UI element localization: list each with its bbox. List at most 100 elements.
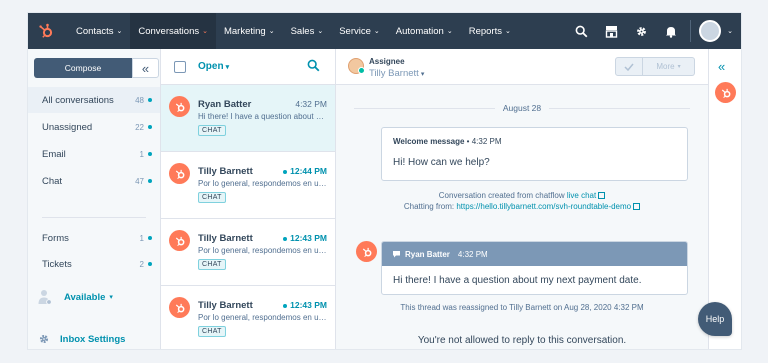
conversation-item[interactable]: Tilly Barnett 12:44 PM Por lo general, r… bbox=[161, 152, 335, 219]
inbox-settings-label: Inbox Settings bbox=[60, 333, 126, 345]
assignee-name: Tilly Barnett bbox=[369, 68, 419, 79]
folder-unassigned[interactable]: Unassigned 22 bbox=[28, 114, 160, 140]
folder-count: 1 bbox=[139, 233, 144, 243]
gear-icon[interactable] bbox=[626, 13, 656, 49]
conversation-time: 12:43 PM bbox=[283, 233, 327, 243]
hubspot-avatar-icon bbox=[356, 241, 377, 262]
source-page-link[interactable]: https://hello.tillybarnett.com/svh-round… bbox=[456, 202, 631, 211]
nav-marketing[interactable]: Marketing ⌄ bbox=[216, 13, 283, 49]
assignee-avatar bbox=[348, 58, 365, 74]
folder-label: Tickets bbox=[42, 258, 72, 270]
chevron-down-icon: ⌄ bbox=[202, 28, 208, 35]
folder-tickets[interactable]: Tickets 2 bbox=[28, 251, 160, 277]
hubspot-logo-icon[interactable] bbox=[28, 13, 64, 49]
nav-sales[interactable]: Sales ⌄ bbox=[283, 13, 332, 49]
more-actions-button[interactable]: More ▾ bbox=[643, 57, 695, 76]
chevron-down-icon: ▾ bbox=[225, 64, 230, 71]
folder-email[interactable]: Email 1 bbox=[28, 141, 160, 167]
folder-all-conversations[interactable]: All conversations 48 bbox=[28, 87, 160, 113]
marketplace-icon[interactable] bbox=[596, 13, 626, 49]
thread-header: Assignee Tilly Barnett ▾ More ▾ bbox=[336, 49, 708, 85]
sidebar-divider bbox=[42, 217, 146, 218]
help-button[interactable]: Help bbox=[698, 302, 732, 336]
bell-icon[interactable] bbox=[656, 13, 686, 49]
date-divider: August 28 bbox=[336, 101, 708, 115]
chat-bubble-icon bbox=[393, 251, 400, 258]
message-time: 4:32 PM bbox=[457, 249, 488, 259]
select-all-checkbox[interactable] bbox=[174, 61, 186, 73]
hubspot-avatar-icon bbox=[169, 297, 190, 318]
conversation-item[interactable]: Tilly Barnett 12:43 PM Por lo general, r… bbox=[161, 219, 335, 286]
nav-label: Marketing bbox=[223, 25, 266, 37]
chatflow-link[interactable]: live chat bbox=[567, 191, 596, 200]
folder-count: 48 bbox=[135, 95, 144, 105]
status-filter-dropdown[interactable]: Open ▾ bbox=[198, 61, 229, 72]
system-text: Conversation created from chatflow bbox=[438, 191, 565, 200]
external-link-icon bbox=[633, 203, 641, 210]
chevron-down-icon: ▾ bbox=[420, 71, 425, 78]
hubspot-avatar-icon bbox=[169, 230, 190, 251]
folder-chat[interactable]: Chat 47 bbox=[28, 168, 160, 194]
unread-dot bbox=[148, 125, 152, 129]
message-body: Hi there! I have a question about my nex… bbox=[393, 275, 642, 286]
unread-dot bbox=[148, 179, 152, 183]
sender-name: Ryan Batter bbox=[405, 249, 450, 259]
visitor-message: Ryan Batter 4:32 PM Hi there! I have a q… bbox=[381, 241, 688, 295]
folder-count: 47 bbox=[135, 176, 144, 186]
assignee-label: Assignee bbox=[369, 57, 405, 66]
message-header: Welcome message • 4:32 PM bbox=[393, 137, 502, 146]
chevron-down-icon: ⌄ bbox=[727, 28, 733, 35]
inbox-sidebar: Compose « All conversations 48 Unassigne… bbox=[28, 49, 161, 349]
nav-label: Contacts bbox=[76, 25, 114, 37]
chevron-down-icon: ⌄ bbox=[317, 28, 324, 35]
nav-conversations[interactable]: Conversations ⌄ bbox=[130, 13, 216, 49]
nav-service[interactable]: Service ⌄ bbox=[331, 13, 388, 49]
search-icon[interactable] bbox=[566, 13, 596, 49]
inbox-settings-link[interactable]: Inbox Settings bbox=[38, 333, 125, 345]
top-nav: Contacts ⌄ Conversations ⌄ Marketing ⌄ Sale… bbox=[28, 13, 741, 49]
user-away-icon bbox=[38, 290, 52, 305]
hubspot-avatar-icon bbox=[169, 96, 190, 117]
nav-label: Sales bbox=[290, 25, 315, 37]
folder-count: 22 bbox=[135, 122, 144, 132]
chevron-down-icon: ⌄ bbox=[116, 28, 123, 35]
availability-toggle[interactable]: Available ▾ bbox=[38, 289, 113, 305]
conversation-time: 4:32 PM bbox=[295, 99, 327, 109]
checkmark-icon bbox=[624, 63, 634, 71]
nav-automation[interactable]: Automation ⌄ bbox=[388, 13, 461, 49]
compose-button[interactable]: Compose bbox=[34, 58, 132, 78]
conversation-item[interactable]: Tilly Barnett 12:43 PM Por lo general, r… bbox=[161, 286, 335, 349]
nav-label: Conversations bbox=[138, 25, 200, 37]
folder-forms[interactable]: Forms 1 bbox=[28, 225, 160, 251]
message-time: 4:32 PM bbox=[471, 137, 502, 146]
message-preview: Por lo general, respondemos en unos minu… bbox=[198, 313, 330, 322]
channel-tag: CHAT bbox=[198, 259, 226, 270]
nav-reports[interactable]: Reports ⌄ bbox=[461, 13, 519, 49]
welcome-message: Welcome message • 4:32 PM Hi! How can we… bbox=[381, 127, 688, 181]
account-menu[interactable]: ⌄ bbox=[699, 20, 733, 42]
contact-name: Tilly Barnett bbox=[198, 233, 253, 244]
chevron-down-icon: ▾ bbox=[109, 294, 113, 301]
gear-icon bbox=[39, 334, 49, 344]
conversation-thread: Assignee Tilly Barnett ▾ More ▾ August 28 … bbox=[336, 49, 708, 349]
nav-label: Automation bbox=[395, 25, 444, 37]
conversation-list: Open ▾ Ryan Batter 4:32 PM Hi there! I ha… bbox=[161, 49, 336, 349]
expand-sidebar-icon[interactable]: « bbox=[718, 59, 725, 74]
conversation-item[interactable]: Ryan Batter 4:32 PM Hi there! I have a q… bbox=[161, 85, 335, 152]
folder-count: 2 bbox=[139, 259, 144, 269]
message-preview: Por lo general, respondemos en unos minu… bbox=[198, 179, 330, 188]
assignee-dropdown[interactable]: Tilly Barnett ▾ bbox=[369, 68, 424, 79]
conversation-time: 12:44 PM bbox=[283, 166, 327, 176]
hubspot-avatar-icon[interactable] bbox=[715, 82, 736, 103]
message-preview: Hi there! I have a question about my nex… bbox=[198, 112, 330, 121]
message-header: Ryan Batter 4:32 PM bbox=[382, 242, 687, 266]
nav-contacts[interactable]: Contacts ⌄ bbox=[68, 13, 130, 49]
unread-dot bbox=[148, 98, 152, 102]
close-conversation-button[interactable] bbox=[615, 57, 643, 76]
channel-tag: CHAT bbox=[198, 326, 226, 337]
more-label: More bbox=[656, 62, 675, 71]
message-body: Hi! How can we help? bbox=[393, 157, 490, 168]
search-icon[interactable] bbox=[307, 59, 320, 75]
collapse-sidebar-icon[interactable]: « bbox=[132, 58, 159, 78]
chevron-down-icon: ⌄ bbox=[446, 28, 453, 35]
